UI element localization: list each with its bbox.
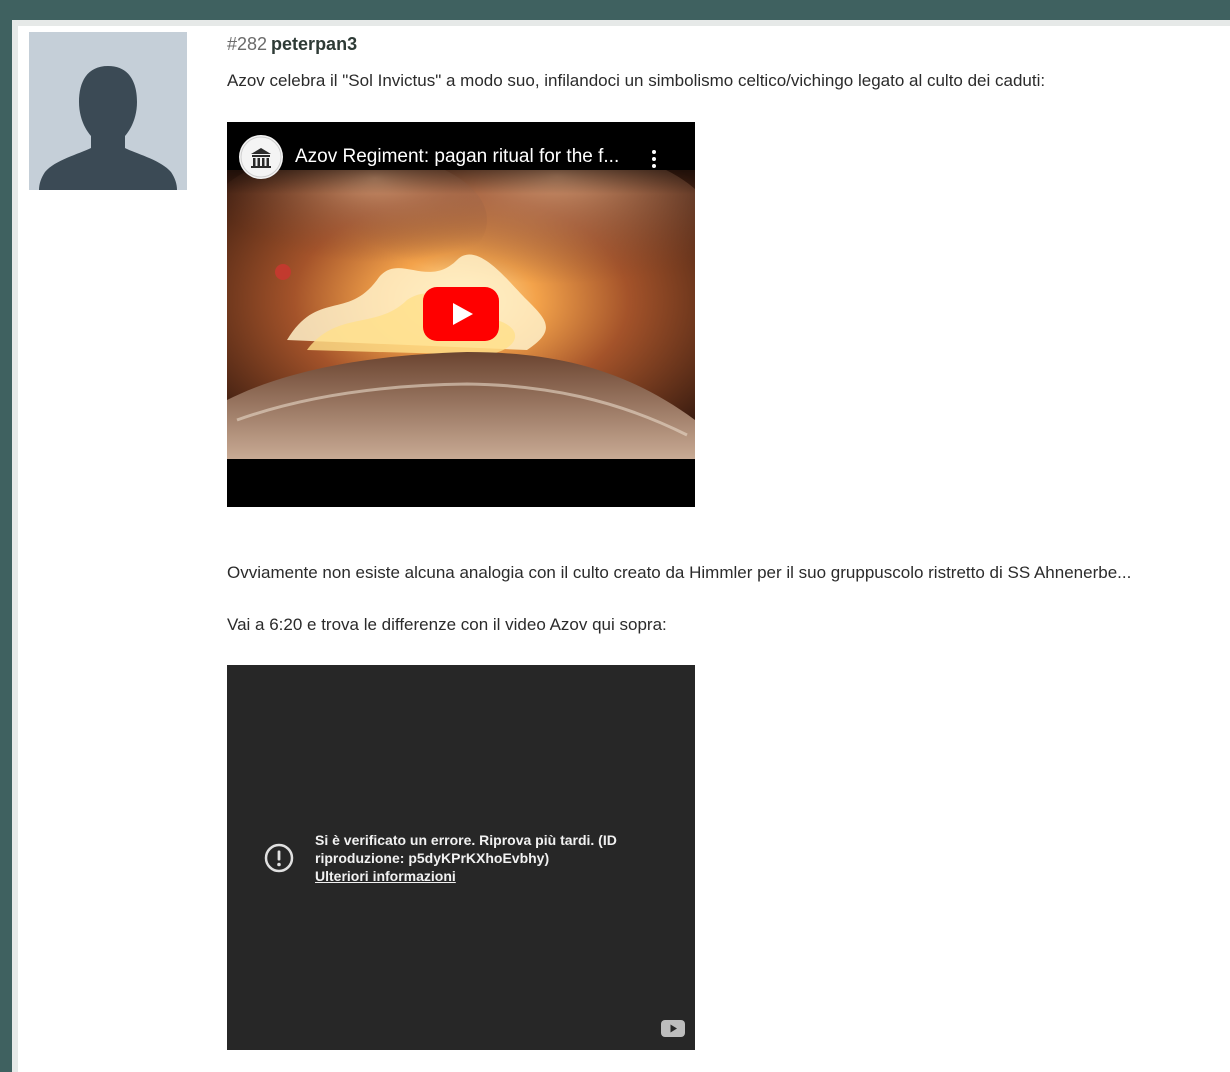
youtube-embed-2[interactable]: Si è verificato un errore. Riprova più t…: [227, 665, 695, 1050]
learn-more-link[interactable]: Ulteriori informazioni: [315, 867, 655, 885]
youtube-logo-icon[interactable]: [661, 1020, 685, 1037]
top-bar: [0, 0, 1230, 20]
error-text: Si è verificato un errore. Riprova più t…: [315, 832, 617, 866]
error-circle-icon: [263, 842, 295, 874]
post-text-instruction: Vai a 6:20 e trova le differenze con il …: [227, 615, 667, 634]
default-user-icon: [39, 66, 177, 190]
channel-logo-icon[interactable]: [239, 135, 283, 179]
post-header: #282 peterpan3: [227, 34, 357, 55]
post-text-analogy: Ovviamente non esiste alcuna analogia co…: [227, 563, 1132, 582]
youtube-embed-1[interactable]: Azov Regiment: pagan ritual for the f...: [227, 122, 695, 507]
video-title[interactable]: Azov Regiment: pagan ritual for the f...: [295, 146, 635, 168]
youtube-play-icon[interactable]: [423, 287, 499, 341]
forum-post: #282 peterpan3 Azov celebra il "Sol Invic…: [18, 26, 1230, 1072]
error-message: Si è verificato un errore. Riprova più t…: [315, 831, 655, 885]
more-vertical-icon[interactable]: [647, 148, 661, 170]
post-text-intro: Azov celebra il "Sol Invictus" a modo su…: [227, 71, 1046, 90]
post-author[interactable]: peterpan3: [271, 34, 357, 54]
avatar: [29, 32, 187, 190]
post-number[interactable]: #282: [227, 34, 267, 54]
